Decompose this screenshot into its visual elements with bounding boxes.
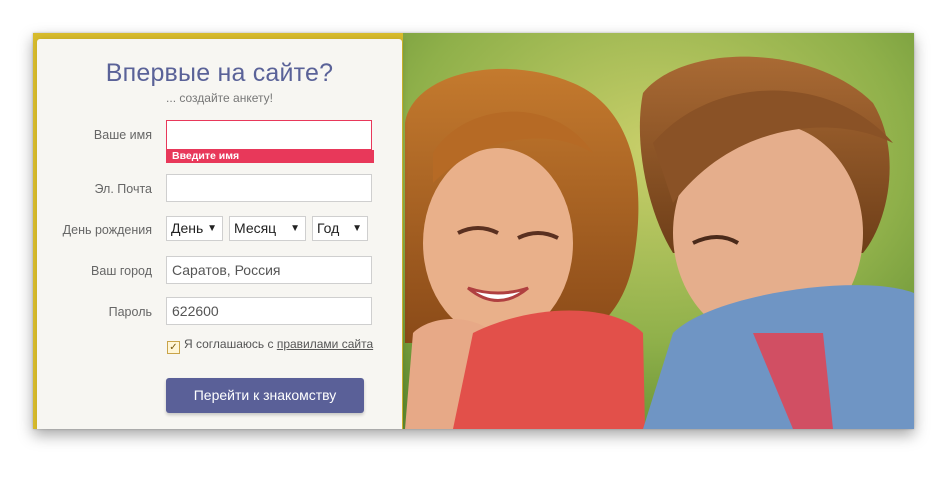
year-select-value: Год: [317, 220, 340, 236]
signup-banner: Впервые на сайте? ... создайте анкету! В…: [33, 33, 914, 429]
name-error-message: Введите имя: [166, 150, 374, 163]
agree-checkbox[interactable]: ✓: [167, 341, 180, 354]
password-label: Пароль: [108, 305, 152, 319]
email-field[interactable]: [166, 174, 372, 202]
city-field[interactable]: [166, 256, 372, 284]
site-rules-link[interactable]: правилами сайта: [277, 337, 373, 351]
city-label: Ваш город: [91, 264, 152, 278]
check-icon: ✓: [169, 342, 178, 353]
password-field[interactable]: [166, 297, 372, 325]
triangle-down-icon: ▼: [290, 223, 300, 234]
agree-text: Я соглашаюсь с: [184, 337, 274, 351]
triangle-down-icon: ▼: [352, 223, 362, 234]
day-select[interactable]: День ▼: [166, 216, 223, 241]
month-select[interactable]: Месяц ▼: [229, 216, 306, 241]
submit-button[interactable]: Перейти к знакомству: [166, 378, 364, 413]
year-select[interactable]: Год ▼: [312, 216, 368, 241]
form-subtitle: ... создайте анкету!: [166, 91, 273, 105]
name-label: Ваше имя: [93, 128, 152, 142]
day-select-value: День: [171, 220, 204, 236]
email-label: Эл. Почта: [94, 182, 152, 196]
terms-agreement: ✓ Я соглашаюсь с правилами сайта: [167, 337, 373, 354]
name-field[interactable]: [166, 120, 372, 150]
birthday-label: День рождения: [62, 223, 152, 237]
signup-form: Впервые на сайте? ... создайте анкету! В…: [37, 39, 402, 429]
triangle-down-icon: ▼: [207, 223, 217, 234]
form-title: Впервые на сайте?: [105, 59, 334, 87]
month-select-value: Месяц: [234, 220, 277, 236]
